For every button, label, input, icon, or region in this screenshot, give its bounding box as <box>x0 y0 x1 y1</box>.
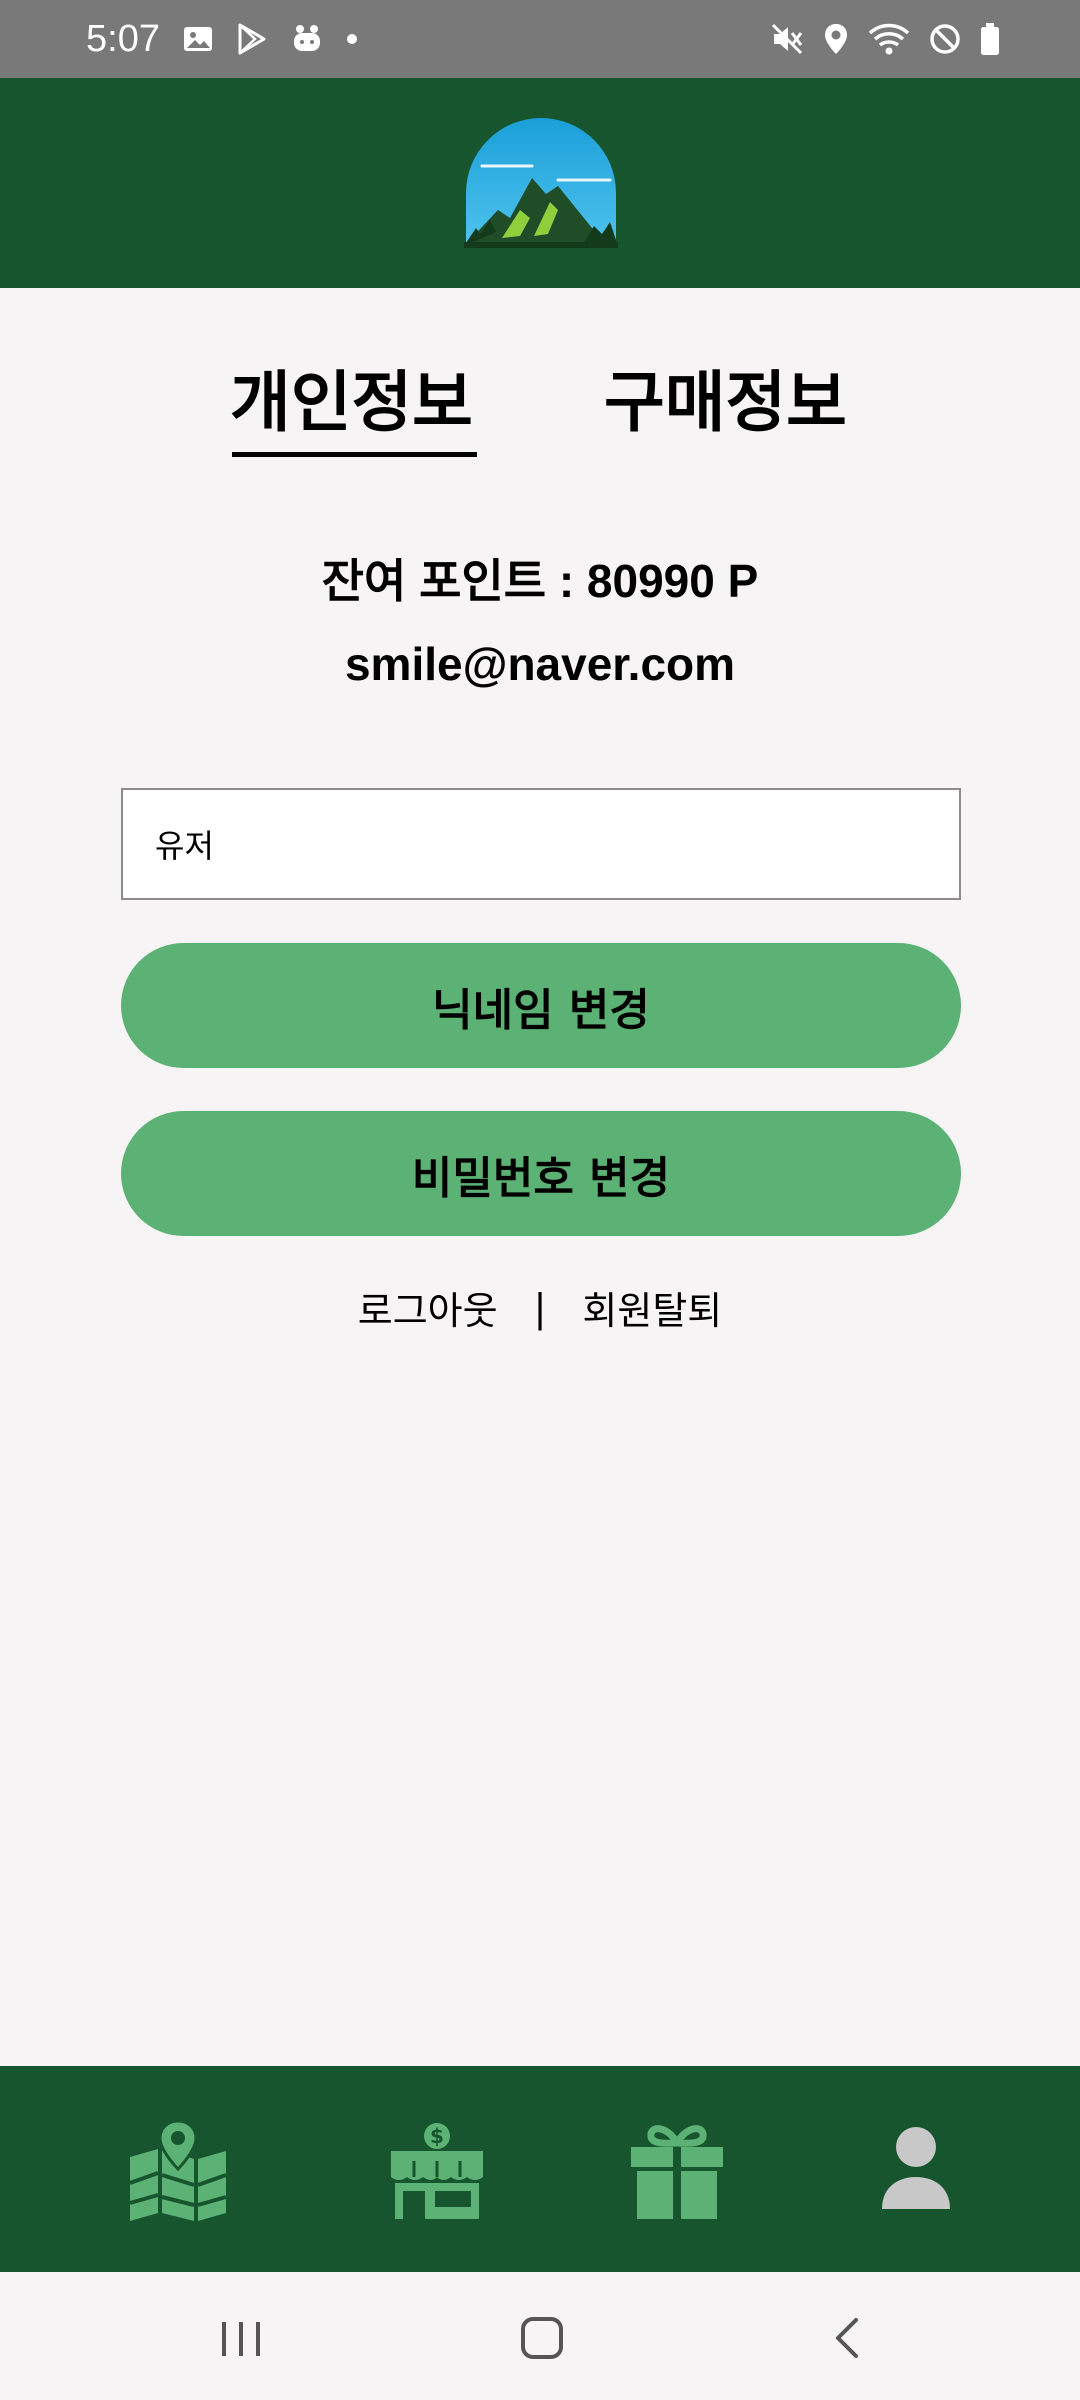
withdraw-link[interactable]: 회원탈퇴 <box>582 1280 722 1335</box>
recent-apps-icon[interactable] <box>212 2310 272 2366</box>
battery-icon <box>980 22 1000 56</box>
status-left: 5:07 <box>86 18 358 61</box>
gift-icon[interactable] <box>627 2121 727 2221</box>
user-email: smile@naver.com <box>344 638 736 690</box>
mountain-logo <box>464 118 618 248</box>
system-nav <box>0 2272 1080 2400</box>
remaining-points: 잔여 포인트 : 80990 P <box>321 555 759 607</box>
status-time: 5:07 <box>86 17 160 60</box>
link-separator: | <box>533 1285 547 1330</box>
home-icon[interactable] <box>512 2310 572 2366</box>
profile-icon[interactable] <box>866 2121 966 2221</box>
back-icon[interactable] <box>818 2310 878 2366</box>
logout-link[interactable]: 로그아웃 <box>358 1280 498 1335</box>
nickname-input[interactable] <box>121 788 961 900</box>
status-bar: 5:07 <box>0 0 1080 78</box>
tab-personal-info-label: 개인정보 <box>230 364 473 441</box>
tab-purchase-info-label: 구매정보 <box>604 364 847 441</box>
tab-bar: 개인정보 구매정보 <box>0 358 1080 468</box>
app-notification-icon <box>290 23 324 55</box>
change-nickname-button[interactable]: 닉네임 변경 <box>121 943 961 1068</box>
change-password-button[interactable]: 비밀번호 변경 <box>121 1111 961 1236</box>
image-icon <box>182 23 214 55</box>
svg-text:$: $ <box>430 2124 444 2148</box>
wifi-icon <box>868 22 910 56</box>
account-links: 로그아웃 | 회원탈퇴 <box>0 1280 1080 1335</box>
play-store-icon <box>236 22 268 56</box>
app-header <box>0 78 1080 288</box>
tab-purchase-info[interactable]: 구매정보 <box>604 358 847 448</box>
store-icon[interactable]: $ <box>387 2121 487 2221</box>
location-icon <box>822 22 850 56</box>
bottom-nav: $ <box>0 2066 1080 2272</box>
active-tab-indicator <box>232 452 477 457</box>
mute-icon <box>770 22 804 56</box>
map-icon[interactable] <box>128 2121 228 2221</box>
status-right <box>770 22 1000 56</box>
dot-icon <box>346 33 358 45</box>
tab-personal-info[interactable]: 개인정보 <box>230 358 477 457</box>
do-not-disturb-icon <box>928 22 962 56</box>
